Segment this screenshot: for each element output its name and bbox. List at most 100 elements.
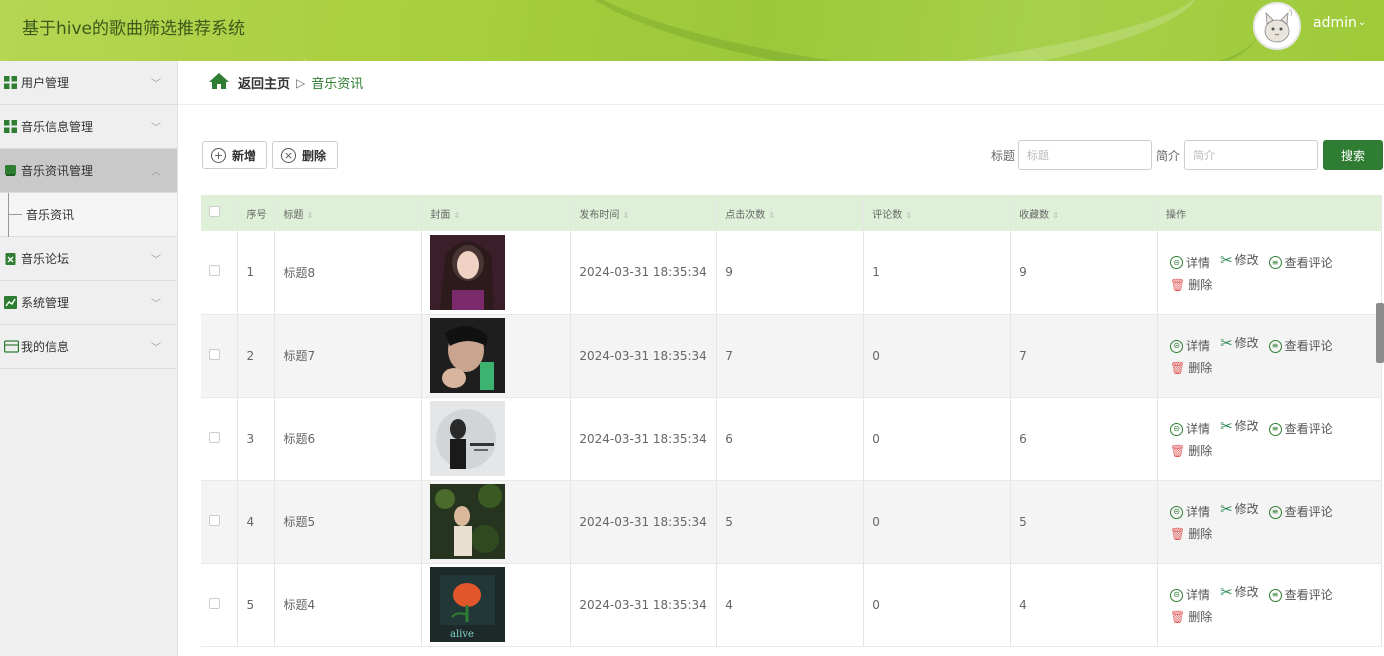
column-header[interactable]: 标题 ⇕ bbox=[274, 195, 423, 231]
title-search-label: 标题 bbox=[991, 149, 1016, 163]
table-header-row: 序号 标题 ⇕ 封面 ⇕ 发布时间 ⇕ 点击次数 ⇕ 评论数 ⇕ 收藏数 ⇕ 操作 bbox=[201, 195, 1382, 231]
cell-actions: ⊝ 详情 ✂ 修改 ≡ 查看评论 🗑 删除 bbox=[1157, 480, 1382, 564]
avatar[interactable] bbox=[1253, 2, 1301, 50]
detail-button[interactable]: ⊝ 详情 bbox=[1170, 584, 1210, 606]
comment-icon: ≡ bbox=[1268, 422, 1282, 436]
cell-cover bbox=[421, 397, 572, 481]
sort-icon: ⇕ bbox=[306, 210, 314, 220]
delete-button[interactable]: × 删除 bbox=[272, 141, 338, 169]
clipboard-icon bbox=[4, 252, 17, 265]
sidebar-item-music-info[interactable]: 音乐信息管理 ﹀ bbox=[0, 105, 177, 149]
row-delete-button[interactable]: 🗑 删除 bbox=[1170, 357, 1212, 379]
column-header[interactable]: 收藏数 ⇕ bbox=[1010, 195, 1159, 231]
cell-time: 2024-03-31 18:35:34 bbox=[570, 397, 718, 481]
title-search-input[interactable] bbox=[1018, 140, 1152, 170]
add-button[interactable]: + 新增 bbox=[202, 141, 267, 169]
select-all-checkbox[interactable] bbox=[201, 195, 239, 231]
cover-image bbox=[430, 318, 570, 393]
sidebar-item-forum[interactable]: 音乐论坛 ﹀ bbox=[0, 237, 177, 281]
sidebar-item-label: 我的信息 bbox=[21, 340, 70, 354]
cat-avatar-icon bbox=[1255, 4, 1299, 48]
row-checkbox[interactable] bbox=[201, 480, 239, 564]
table-row: 1 标题8 2024-03-31 18:35:34 9 1 9 ⊝ 详情 ✂ 修改 ≡ 查… bbox=[201, 231, 1382, 315]
chevron-down-icon: ﹀ bbox=[151, 299, 161, 310]
row-delete-button[interactable]: 🗑 删除 bbox=[1170, 523, 1212, 545]
sort-icon: ⇕ bbox=[768, 210, 775, 220]
cell-clicks: 7 bbox=[716, 314, 865, 398]
cell-favorites: 4 bbox=[1010, 563, 1159, 647]
row-delete-button[interactable]: 🗑 删除 bbox=[1170, 274, 1212, 296]
detail-button[interactable]: ⊝ 详情 bbox=[1170, 335, 1210, 357]
cell-title: 标题8 bbox=[274, 231, 423, 315]
sidebar-subitem-music-news[interactable]: 音乐资讯 bbox=[0, 193, 177, 237]
detail-button[interactable]: ⊝ 详情 bbox=[1170, 252, 1210, 274]
sidebar-item-label: 音乐资讯管理 bbox=[21, 164, 94, 178]
row-checkbox[interactable] bbox=[201, 231, 239, 315]
sidebar-item-user-management[interactable]: 用户管理 ﹀ bbox=[0, 61, 177, 105]
edit-button[interactable]: ✂ 修改 bbox=[1220, 581, 1259, 603]
view-comments-button[interactable]: ≡ 查看评论 bbox=[1268, 584, 1333, 606]
cell-clicks: 5 bbox=[716, 480, 865, 564]
home-icon[interactable] bbox=[208, 72, 230, 93]
comment-icon: ≡ bbox=[1268, 588, 1282, 602]
cell-actions: ⊝ 详情 ✂ 修改 ≡ 查看评论 🗑 删除 bbox=[1157, 314, 1382, 398]
row-checkbox[interactable] bbox=[201, 563, 239, 647]
sidebar-item-my-info[interactable]: 我的信息 ﹀ bbox=[0, 325, 177, 369]
search-button[interactable]: 搜索 bbox=[1323, 140, 1383, 170]
scissors-icon: ✂ bbox=[1220, 250, 1233, 269]
column-header[interactable]: 发布时间 ⇕ bbox=[570, 195, 718, 231]
cell-time: 2024-03-31 18:35:34 bbox=[570, 563, 718, 647]
comment-icon: ≡ bbox=[1268, 505, 1282, 519]
cell-time: 2024-03-31 18:35:34 bbox=[570, 231, 718, 315]
cell-actions: ⊝ 详情 ✂ 修改 ≡ 查看评论 🗑 删除 bbox=[1157, 231, 1382, 315]
sidebar-item-label: 音乐信息管理 bbox=[21, 120, 94, 134]
sidebar-item-label: 音乐论坛 bbox=[21, 252, 70, 266]
intro-search-input[interactable] bbox=[1184, 140, 1318, 170]
view-comments-button[interactable]: ≡ 查看评论 bbox=[1268, 418, 1333, 440]
row-checkbox[interactable] bbox=[201, 314, 239, 398]
chevron-down-icon[interactable]: ⌄ bbox=[1358, 17, 1366, 28]
table-row: 4 标题5 2024-03-31 18:35:34 5 0 5 ⊝ 详情 ✂ 修改 ≡ 查… bbox=[201, 480, 1382, 564]
detail-icon: ⊝ bbox=[1170, 256, 1184, 270]
cell-clicks: 6 bbox=[716, 397, 865, 481]
cell-favorites: 9 bbox=[1010, 231, 1159, 315]
column-header: 序号 bbox=[237, 195, 276, 231]
detail-button[interactable]: ⊝ 详情 bbox=[1170, 501, 1210, 523]
column-header[interactable]: 点击次数 ⇕ bbox=[716, 195, 865, 231]
row-delete-button[interactable]: 🗑 删除 bbox=[1170, 606, 1212, 628]
row-checkbox[interactable] bbox=[201, 397, 239, 481]
edit-button[interactable]: ✂ 修改 bbox=[1220, 249, 1259, 271]
user-name[interactable]: admin bbox=[1313, 15, 1357, 31]
cell-comments: 0 bbox=[863, 480, 1012, 564]
trash-icon: 🗑 bbox=[1170, 277, 1186, 292]
edit-button[interactable]: ✂ 修改 bbox=[1220, 498, 1259, 520]
column-header[interactable]: 封面 ⇕ bbox=[421, 195, 572, 231]
trash-icon: 🗑 bbox=[1170, 610, 1186, 624]
grid-icon bbox=[4, 76, 17, 89]
cover-image bbox=[430, 401, 570, 476]
chevron-down-icon: ﹀ bbox=[151, 123, 161, 134]
column-header[interactable]: 评论数 ⇕ bbox=[863, 195, 1012, 231]
comment-icon: ≡ bbox=[1268, 339, 1282, 353]
view-comments-button[interactable]: ≡ 查看评论 bbox=[1268, 252, 1333, 274]
cell-time: 2024-03-31 18:35:34 bbox=[570, 480, 718, 564]
sidebar-item-music-news[interactable]: 音乐资讯管理 ︿ bbox=[0, 149, 177, 193]
edit-button[interactable]: ✂ 修改 bbox=[1220, 332, 1259, 354]
column-header: 操作 bbox=[1157, 195, 1382, 231]
edit-button[interactable]: ✂ 修改 bbox=[1220, 415, 1259, 437]
data-table: 序号 标题 ⇕ 封面 ⇕ 发布时间 ⇕ 点击次数 ⇕ 评论数 ⇕ 收藏数 ⇕ 操作 1 标题… bbox=[201, 195, 1382, 647]
view-comments-button[interactable]: ≡ 查看评论 bbox=[1268, 501, 1333, 523]
cell-no: 1 bbox=[237, 231, 276, 315]
chevron-down-icon: ﹀ bbox=[151, 343, 161, 354]
scrollbar[interactable] bbox=[1376, 303, 1384, 363]
cell-favorites: 7 bbox=[1010, 314, 1159, 398]
scissors-icon: ✂ bbox=[1220, 417, 1233, 435]
breadcrumb-home-link[interactable]: 返回主页 bbox=[238, 73, 290, 92]
sidebar-item-system[interactable]: 系统管理 ﹀ bbox=[0, 281, 177, 325]
chart-icon bbox=[4, 296, 17, 309]
table-row: 5 标题4 alive 2024-03-31 18:35:34 4 0 4 ⊝ 详… bbox=[201, 563, 1382, 647]
cell-comments: 1 bbox=[863, 231, 1012, 315]
view-comments-button[interactable]: ≡ 查看评论 bbox=[1268, 335, 1333, 357]
detail-button[interactable]: ⊝ 详情 bbox=[1170, 418, 1210, 440]
row-delete-button[interactable]: 🗑 删除 bbox=[1170, 440, 1212, 462]
